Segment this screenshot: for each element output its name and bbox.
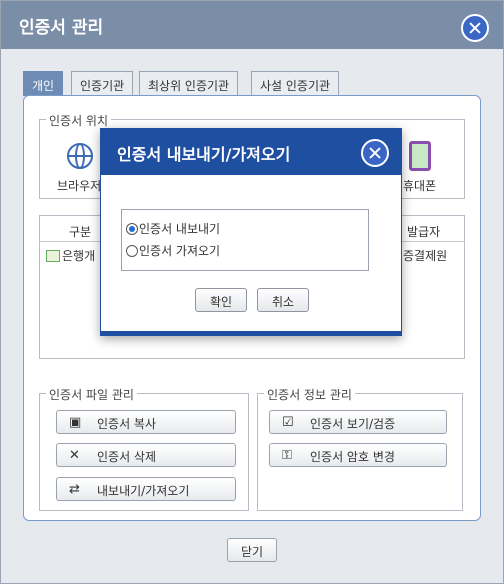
window-close-icon[interactable] [461,14,489,42]
delete-cert-button[interactable]: ✕ 인증서 삭제 [56,443,236,467]
row-type: 은행개 [62,249,96,263]
export-icon: ⇄ [69,482,80,497]
certificate-icon [46,250,60,262]
view-verify-button[interactable]: ☑ 인증서 보기/검증 [269,410,447,434]
import-option[interactable]: 인증서 가져오기 [126,242,220,259]
globe-icon[interactable] [67,143,93,169]
copy-cert-label: 인증서 복사 [97,417,157,431]
dialog-title: 인증서 내보내기/가져오기 [117,145,291,164]
view-verify-label: 인증서 보기/검증 [310,417,396,431]
tab-personal[interactable]: 개인 [23,71,64,96]
tab-private-ca[interactable]: 사설 인증기관 [251,71,340,96]
phone-icon[interactable] [409,141,431,171]
x-icon: ✕ [69,448,80,463]
export-option[interactable]: 인증서 내보내기 [126,220,220,237]
export-option-label: 인증서 내보내기 [139,222,221,236]
dialog-title-bar: 인증서 내보내기/가져오기 [101,129,401,175]
password-icon: ⚿ [282,448,292,463]
change-password-label: 인증서 암호 변경 [310,450,395,464]
close-button[interactable]: 닫기 [227,538,277,562]
import-radio[interactable] [126,245,138,257]
browser-label[interactable]: 브라우저 [57,177,101,194]
confirm-button[interactable]: 확인 [195,288,247,312]
cancel-button[interactable]: 취소 [257,288,309,312]
dialog-bottom-bar [101,331,401,335]
import-option-label: 인증서 가져오기 [139,244,221,258]
phone-label[interactable]: 휴대폰 [403,177,436,194]
export-import-label: 내보내기/가져오기 [97,484,190,498]
tab-root-ca[interactable]: 최상위 인증기관 [139,71,239,96]
copy-cert-button[interactable]: ▣ 인증서 복사 [56,410,236,434]
export-import-button[interactable]: ⇄ 내보내기/가져오기 [56,477,236,501]
title-bar: 인증서 관리 [1,1,503,49]
column-header-type: 구분 [69,225,92,239]
dialog-close-icon[interactable] [361,139,389,167]
tab-ca[interactable]: 인증기관 [71,71,134,96]
file-management-legend: 인증서 파일 관리 [46,386,137,403]
option-box: 인증서 내보내기 인증서 가져오기 [121,209,369,271]
change-password-button[interactable]: ⚿ 인증서 암호 변경 [269,443,447,467]
column-header-issuer: 발급자 [407,225,441,239]
floppy-icon: ▣ [69,415,82,430]
window-title: 인증서 관리 [19,18,104,38]
row-issuer: 증결제원 [403,249,448,263]
cert-view-icon: ☑ [282,415,294,430]
location-legend: 인증서 위치 [46,112,112,129]
export-radio[interactable] [126,223,138,235]
delete-cert-label: 인증서 삭제 [97,450,157,464]
info-management-legend: 인증서 정보 관리 [264,386,355,403]
export-import-dialog: 인증서 내보내기/가져오기 인증서 내보내기 인증서 가져오기 확인 취소 [100,128,402,336]
table-row[interactable]: 은행개 [46,247,95,264]
